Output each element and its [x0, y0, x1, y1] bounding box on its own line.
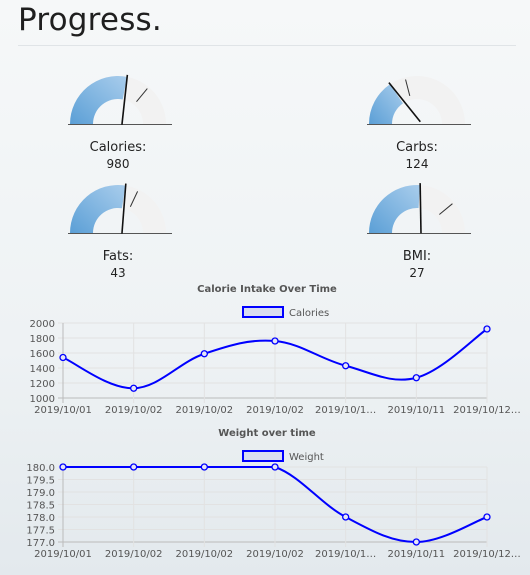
data-point [200, 350, 208, 358]
data-point [271, 463, 279, 471]
gauge-needle [419, 183, 422, 234]
gauge-dial [367, 76, 471, 125]
data-point [130, 463, 138, 471]
gauge-value: 980 [106, 157, 130, 171]
y-tick-label: 1800 [30, 334, 55, 345]
weight-chart: Weight over time Weight 180.0 179.5 179.0 178… [0, 424, 530, 564]
x-tick-label: 2019/10/01 [34, 405, 92, 416]
data-point [130, 384, 138, 392]
gauge-fill [70, 76, 127, 124]
calories-gauge: Calories: 980 [48, 74, 188, 172]
gauge-label: Calories: [89, 140, 147, 155]
data-point [412, 374, 420, 382]
gauge-fill [70, 185, 126, 233]
y-tick-label: 179.0 [26, 488, 55, 499]
data-point [59, 463, 67, 471]
data-point [59, 353, 67, 362]
y-tick-label: 178.5 [26, 501, 55, 512]
x-tick-label: 2019/10/02 [246, 549, 304, 560]
x-tick-label: 2019/10/12… [453, 405, 521, 416]
y-tick-label: 178.0 [26, 513, 55, 524]
data-point [342, 513, 350, 521]
x-tick-label: 2019/10/11 [388, 405, 446, 416]
data-point [483, 513, 491, 521]
weight-chart-svg: Weight over time Weight 180.0 179.5179.0 178… [26, 428, 521, 560]
fats-gauge: Fats: 43 [48, 183, 188, 281]
x-tick-label: 2019/10/11 [388, 549, 446, 560]
x-tick-label: 2019/10/1… [315, 549, 376, 560]
data-point [271, 337, 279, 345]
gauge-fill [369, 185, 421, 233]
x-tick-label: 2019/10/02 [246, 405, 304, 416]
data-point [200, 463, 208, 471]
y-tick-label: 1400 [30, 364, 55, 375]
data-point [483, 325, 491, 333]
legend-swatch [242, 450, 284, 462]
gauge-value: 27 [409, 266, 425, 280]
x-tick-label: 2019/10/02 [105, 405, 163, 416]
calorie-chart: Calorie Intake Over Time Calories 2000 1800… [0, 280, 530, 420]
x-tick-label: 2019/10/01 [34, 549, 92, 560]
y-tick-label: 177.0 [26, 538, 55, 549]
gauge-value: 124 [405, 157, 429, 171]
carbs-gauge: Carbs: 124 [347, 74, 487, 172]
title-divider [18, 45, 516, 46]
x-tick-label: 2019/10/02 [105, 549, 163, 560]
y-tick-label: 180.0 [26, 463, 55, 474]
y-tick-label: 2000 [30, 319, 55, 330]
calorie-chart-svg: Calorie Intake Over Time Calories 2000 1800… [30, 284, 521, 416]
y-tick-label: 1000 [30, 394, 55, 405]
page-title: Progress. [18, 2, 162, 38]
y-tick-label: 177.5 [26, 526, 55, 537]
gauge-label: Carbs: [396, 140, 438, 155]
y-tick-label: 1600 [30, 349, 55, 360]
x-tick-label: 2019/10/02 [176, 405, 234, 416]
legend-label: Calories [289, 308, 329, 319]
legend-label: Weight [289, 452, 324, 463]
legend-swatch [242, 306, 284, 318]
chart-title: Calorie Intake Over Time [197, 284, 337, 295]
y-tick-label: 1200 [30, 379, 55, 390]
gauge-dial [68, 183, 172, 234]
gauge-dial [68, 74, 172, 125]
chart-title: Weight over time [218, 428, 316, 439]
bmi-gauge: BMI: 27 [347, 183, 487, 281]
y-tick-label: 179.5 [26, 476, 55, 487]
x-tick-label: 2019/10/12… [453, 549, 521, 560]
data-point [342, 362, 350, 370]
gauge-value: 43 [110, 266, 126, 280]
gauge-label: Fats: [102, 249, 134, 264]
x-tick-label: 2019/10/1… [315, 405, 376, 416]
gauge-label: BMI: [402, 249, 432, 264]
data-point [412, 538, 420, 546]
x-tick-label: 2019/10/02 [176, 549, 234, 560]
gauge-dial [367, 183, 471, 234]
